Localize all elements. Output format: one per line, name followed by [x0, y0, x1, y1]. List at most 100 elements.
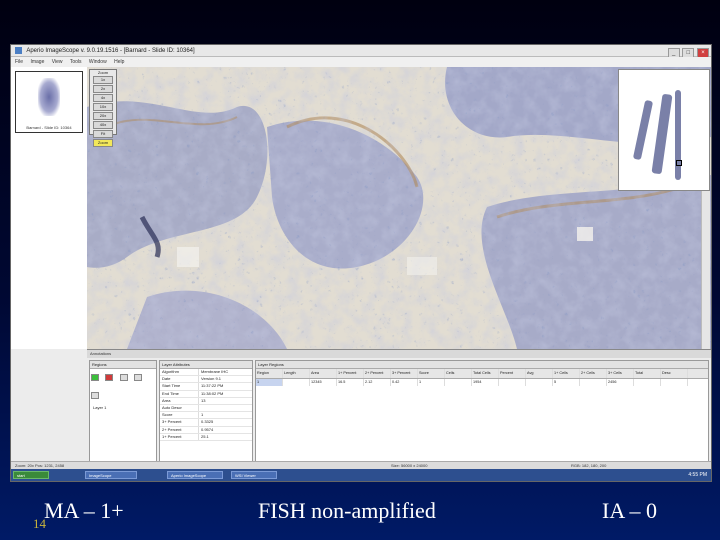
status-zoom-position: Zoom: 20x Pos: 1231, 2458 — [15, 463, 65, 468]
attribute-row[interactable]: 3+ Percent 0.3325 — [160, 419, 252, 427]
grid-header-cell[interactable]: Desc — [661, 369, 688, 378]
attribute-key: Area — [160, 397, 199, 404]
attribute-value: 25.1 — [201, 433, 209, 439]
attribute-value: 0.3325 — [201, 419, 214, 425]
taskbar-app[interactable]: WSI Viewer — [231, 471, 277, 479]
tool-icon[interactable] — [91, 392, 99, 400]
slide-number: 14 — [33, 516, 46, 531]
attribute-key: Score — [160, 412, 199, 419]
attribute-row[interactable]: Start Time 11:37:22 PM — [160, 383, 252, 391]
slide-thumbnail[interactable]: Barnard - Slide ID: 10364 — [15, 71, 83, 133]
grid-cell — [580, 379, 607, 386]
grid-cell — [634, 379, 661, 386]
screenshot-window: Aperio ImageScope v. 9.0.19.1516 - [Barn… — [10, 44, 712, 482]
regions-pane: Regions Layer 1 — [89, 360, 157, 462]
grid-header-cell[interactable]: Percent — [499, 369, 526, 378]
grid-header-cell[interactable]: 3+ Cells — [607, 369, 634, 378]
grid-header-cell[interactable]: 1+ Cells — [553, 369, 580, 378]
grid-cell — [526, 379, 553, 386]
menu-window[interactable]: Window — [89, 59, 107, 65]
taskbar-app[interactable]: Aperio ImageScope — [167, 471, 223, 479]
overview-tissue-strip — [675, 90, 681, 180]
menu-image[interactable]: Image — [30, 59, 44, 65]
vertical-scrollbar[interactable] — [701, 191, 710, 349]
grid-cell — [661, 379, 688, 386]
delete-layer-icon[interactable] — [105, 374, 114, 382]
grid-header-cell[interactable]: 2+ Percent — [364, 369, 391, 378]
menu-tools[interactable]: Tools — [70, 59, 82, 65]
caption-ma: MA – 1+ — [44, 498, 124, 523]
zoom-current-button[interactable]: Zoom — [93, 139, 113, 147]
grid-header-cell[interactable]: Region — [256, 369, 283, 378]
attribute-row[interactable]: Score 1 — [160, 412, 252, 420]
layer-regions-title: Layer Regions — [256, 361, 708, 369]
grid-cell: 0.42 — [391, 379, 418, 386]
menu-file[interactable]: File — [15, 59, 23, 65]
grid-header-cell[interactable]: 3+ Percent — [391, 369, 418, 378]
zoom-panel-title: Zoom — [97, 70, 109, 75]
overview-thumbnail[interactable] — [618, 69, 710, 191]
attribute-row[interactable]: 2+ Percent 0.9574 — [160, 426, 252, 434]
grid-header-cell[interactable]: Total — [634, 369, 661, 378]
grid-header-cell[interactable]: Avg — [526, 369, 553, 378]
menu-bar: File Image View Tools Window Help — [11, 57, 711, 67]
status-bar: Zoom: 20x Pos: 1231, 2458 Size: 56000 x … — [11, 461, 711, 469]
attribute-value: Version 9.1 — [201, 376, 222, 382]
annotations-panel: Annotations Regions Layer 1 Layer Attrib… — [87, 349, 711, 462]
grid-cell: 2.12 — [364, 379, 391, 386]
attribute-key: Start Time — [160, 383, 199, 390]
tool-icon[interactable] — [134, 374, 143, 382]
zoom-2x-button[interactable]: 2x — [93, 85, 113, 93]
start-button[interactable]: start — [13, 471, 49, 479]
layer-regions-pane: Layer Regions Region Length Area 1+ Perc… — [255, 360, 709, 462]
attribute-row[interactable]: End Time 11:38:02 PM — [160, 390, 252, 398]
zoom-20x-button[interactable]: 20x — [93, 112, 113, 120]
grid-cell: 1 — [256, 379, 283, 386]
grid-cell: 2456 — [607, 379, 634, 386]
grid-header-cell[interactable]: 1+ Percent — [337, 369, 364, 378]
grid-header-cell[interactable]: Total Cells — [472, 369, 499, 378]
zoom-4x-button[interactable]: 4x — [93, 94, 113, 102]
attribute-row[interactable]: 1+ Percent 25.1 — [160, 433, 252, 441]
grid-header-cell[interactable]: Area — [310, 369, 337, 378]
taskbar-clock: 4:55 PM — [688, 472, 707, 478]
grid-header-cell[interactable]: Length — [283, 369, 310, 378]
attribute-value: 11:38:02 PM — [201, 390, 224, 396]
grid-cell — [499, 379, 526, 386]
grid-cell: 1 — [418, 379, 445, 386]
attribute-value: 11:37:22 PM — [201, 383, 224, 389]
grid-header-cell[interactable]: Cells — [445, 369, 472, 378]
region-list-item[interactable]: Layer 1 — [90, 405, 156, 410]
grid-header-cell[interactable]: Score — [418, 369, 445, 378]
taskbar-app[interactable]: ImageScope — [85, 471, 137, 479]
menu-help[interactable]: Help — [114, 59, 124, 65]
caption-fish: FISH non-amplified — [258, 498, 436, 523]
attribute-row[interactable]: Auto Descr — [160, 404, 252, 413]
table-row[interactable]: 1 12345 16.5 2.12 0.42 1 1954 5 2456 — [256, 379, 708, 386]
grid-cell: 1954 — [472, 379, 499, 386]
attribute-key: Date — [160, 376, 199, 383]
attribute-value: 13 — [201, 397, 206, 403]
zoom-40x-button[interactable]: 40x — [93, 121, 113, 129]
menu-view[interactable]: View — [52, 59, 63, 65]
layer-attributes-pane: Layer Attributes Algorithm Membrane IHC D… — [159, 360, 253, 462]
zoom-10x-button[interactable]: 10x — [93, 103, 113, 111]
attribute-value: Membrane IHC — [201, 369, 229, 374]
attribute-row[interactable]: Algorithm Membrane IHC — [160, 369, 252, 377]
zoom-panel: Zoom 1x 2x 4x 10x 20x 40x Fit Zoom — [89, 69, 117, 147]
grid-cell — [445, 379, 472, 386]
regions-grid-header: Region Length Area 1+ Percent 2+ Percent… — [256, 369, 708, 379]
attribute-row[interactable]: Date Version 9.1 — [160, 376, 252, 384]
grid-cell: 12345 — [310, 379, 337, 386]
tool-icon[interactable] — [119, 374, 128, 382]
attribute-key: End Time — [160, 390, 199, 397]
attribute-value: 1 — [201, 412, 204, 418]
attribute-row[interactable]: Area 13 — [160, 397, 252, 405]
attribute-key: Algorithm — [160, 369, 199, 376]
grid-header-cell[interactable]: 2+ Cells — [580, 369, 607, 378]
add-layer-icon[interactable] — [91, 374, 99, 382]
attribute-key: Auto Descr — [160, 404, 199, 412]
overview-viewport-marker[interactable] — [676, 160, 682, 166]
zoom-1x-button[interactable]: 1x — [93, 76, 113, 84]
zoom-fit-button[interactable]: Fit — [93, 130, 113, 138]
